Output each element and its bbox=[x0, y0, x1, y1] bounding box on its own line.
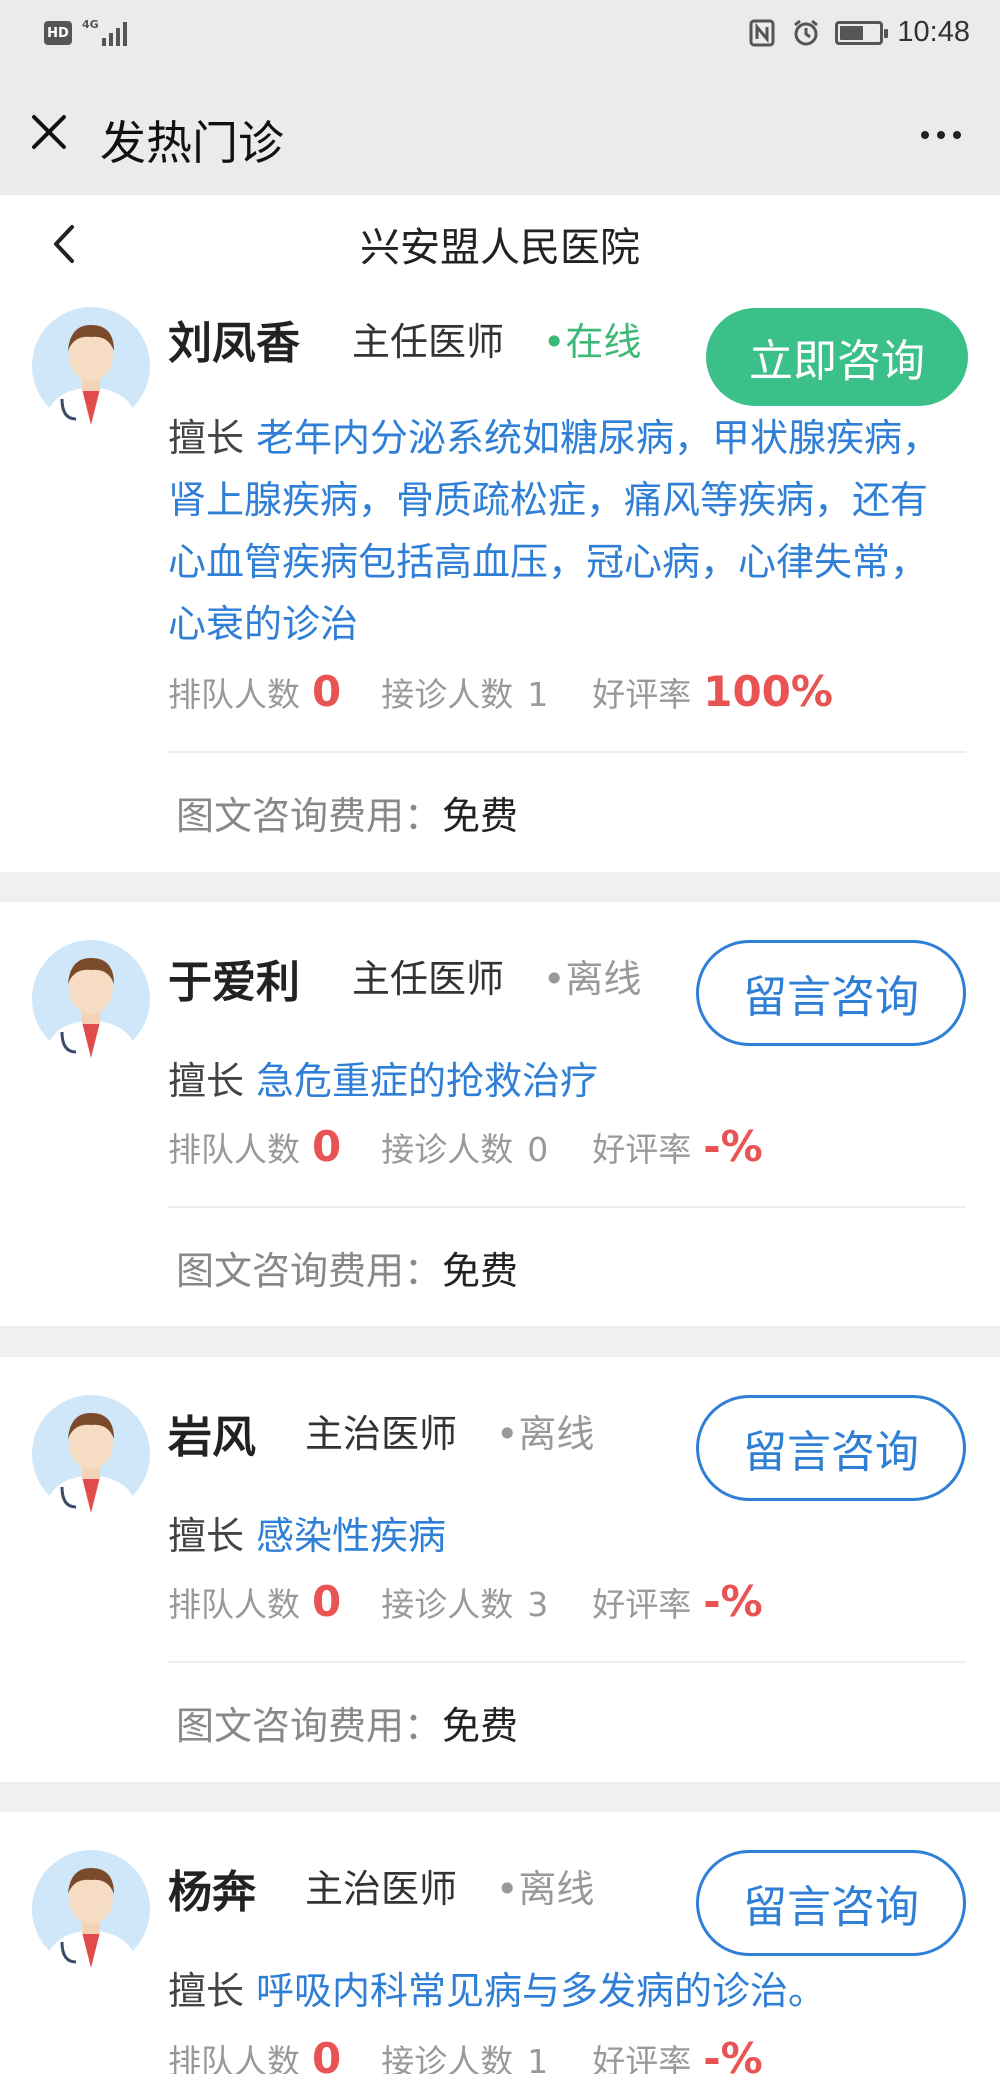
specialty: 擅长 急危重症的抢救治疗 bbox=[168, 1050, 960, 1112]
doctor-avatar bbox=[32, 307, 150, 425]
leave-message-button[interactable]: 留言咨询 bbox=[696, 1395, 966, 1501]
doctor-avatar bbox=[32, 940, 150, 1058]
doctor-card[interactable]: 杨奔 主治医师 •离线 留言咨询 擅长 呼吸内科常见病与多发病的诊治。 排队人数 … bbox=[0, 1812, 1000, 2074]
doctor-card[interactable]: 刘凤香 主任医师 •在线 立即咨询 擅长 老年内分泌系统如糖尿病，甲状腺疾病，肾上… bbox=[0, 295, 1000, 872]
consult-fee: 图文咨询费用：免费 bbox=[176, 1695, 518, 1750]
treated-count: 3 bbox=[527, 1585, 549, 1624]
status-bar: HD 4G 10:48 bbox=[0, 0, 1000, 75]
online-status: •在线 bbox=[543, 320, 642, 364]
treated-label: 接诊人数 bbox=[381, 1585, 514, 1624]
clock: 10:48 bbox=[897, 16, 970, 48]
specialty-label: 擅长 bbox=[168, 1969, 245, 2013]
status-bar-left: HD 4G bbox=[44, 18, 127, 46]
nfc-icon bbox=[747, 18, 777, 48]
queue-count: 0 bbox=[312, 667, 342, 716]
page-header: 兴安盟人民医院 bbox=[0, 195, 1000, 295]
rating-value: -% bbox=[703, 1122, 763, 1171]
alarm-icon bbox=[791, 18, 821, 48]
doctor-avatar bbox=[32, 1395, 150, 1513]
treated-label: 接诊人数 bbox=[381, 2042, 514, 2074]
hd-badge: HD bbox=[44, 21, 72, 45]
consult-now-button[interactable]: 立即咨询 bbox=[706, 308, 968, 406]
status-bar-right: 10:48 bbox=[747, 16, 970, 49]
rating-label: 好评率 bbox=[592, 2042, 692, 2074]
doctor-card[interactable]: 于爱利 主任医师 •离线 留言咨询 擅长 急危重症的抢救治疗 排队人数 0 接诊人… bbox=[0, 902, 1000, 1326]
rating-value: -% bbox=[703, 1577, 763, 1626]
specialty-text: 感染性疾病 bbox=[256, 1514, 447, 1558]
treated-label: 接诊人数 bbox=[381, 675, 514, 714]
doctor-rank: 主任医师 bbox=[352, 957, 505, 1001]
treated-count: 1 bbox=[527, 675, 549, 714]
divider bbox=[168, 751, 966, 753]
leave-message-button[interactable]: 留言咨询 bbox=[696, 940, 966, 1046]
doctor-stats: 排队人数 0 接诊人数 1 好评率 100% bbox=[168, 667, 873, 716]
queue-count: 0 bbox=[312, 1577, 342, 1626]
doctor-card[interactable]: 岩风 主治医师 •离线 留言咨询 擅长 感染性疾病 排队人数 0 接诊人数 3 好… bbox=[0, 1357, 1000, 1782]
offline-status: •离线 bbox=[496, 1867, 595, 1911]
hospital-name: 兴安盟人民医院 bbox=[360, 225, 640, 271]
fee-value: 免费 bbox=[442, 1249, 519, 1293]
page-title: 发热门诊 bbox=[100, 116, 284, 170]
doctor-rank: 主任医师 bbox=[352, 320, 505, 364]
more-button[interactable] bbox=[906, 107, 976, 163]
doctor-stats: 排队人数 0 接诊人数 3 好评率 -% bbox=[168, 1577, 803, 1626]
specialty-label: 擅长 bbox=[168, 416, 245, 460]
rating-label: 好评率 bbox=[592, 1585, 692, 1624]
fee-value: 免费 bbox=[442, 794, 519, 838]
queue-label: 排队人数 bbox=[168, 675, 300, 714]
divider bbox=[168, 1661, 966, 1663]
battery-icon bbox=[835, 20, 889, 45]
more-icon bbox=[921, 131, 929, 139]
divider bbox=[168, 1206, 966, 1208]
queue-label: 排队人数 bbox=[168, 1130, 300, 1169]
queue-label: 排队人数 bbox=[168, 1585, 300, 1624]
queue-label: 排队人数 bbox=[168, 2042, 300, 2074]
leave-message-button[interactable]: 留言咨询 bbox=[696, 1850, 966, 1956]
rating-label: 好评率 bbox=[592, 675, 692, 714]
doctor-avatar bbox=[32, 1850, 150, 1968]
doctor-name: 杨奔 bbox=[168, 1867, 256, 1918]
close-icon bbox=[32, 115, 66, 149]
rating-value: -% bbox=[703, 2034, 763, 2074]
queue-count: 0 bbox=[312, 2034, 342, 2074]
treated-count: 0 bbox=[527, 1130, 549, 1169]
specialty-text: 急危重症的抢救治疗 bbox=[256, 1059, 599, 1103]
doctor-name: 刘凤香 bbox=[168, 318, 300, 369]
doctor-stats: 排队人数 0 接诊人数 1 好评率 -% bbox=[168, 2034, 803, 2074]
specialty-label: 擅长 bbox=[168, 1059, 245, 1103]
doctor-name: 岩风 bbox=[168, 1412, 256, 1463]
rating-value: 100% bbox=[703, 667, 833, 716]
network-label: 4G bbox=[82, 18, 99, 31]
specialty-text: 呼吸内科常见病与多发病的诊治。 bbox=[256, 1969, 827, 2013]
specialty: 擅长 老年内分泌系统如糖尿病，甲状腺疾病，肾上腺疾病，骨质疏松症，痛风等疾病，还有… bbox=[168, 407, 960, 655]
doctor-rank: 主治医师 bbox=[305, 1412, 458, 1456]
doctor-name: 于爱利 bbox=[168, 957, 300, 1008]
signal-icon: 4G bbox=[82, 18, 127, 46]
queue-count: 0 bbox=[312, 1122, 342, 1171]
treated-count: 1 bbox=[527, 2042, 549, 2074]
fee-label: 图文咨询费用： bbox=[176, 1704, 443, 1748]
specialty-label: 擅长 bbox=[168, 1514, 245, 1558]
fee-value: 免费 bbox=[442, 1704, 519, 1748]
offline-status: •离线 bbox=[496, 1412, 595, 1456]
rating-label: 好评率 bbox=[592, 1130, 692, 1169]
specialty: 擅长 呼吸内科常见病与多发病的诊治。 bbox=[168, 1960, 960, 2022]
specialty-text: 老年内分泌系统如糖尿病，甲状腺疾病，肾上腺疾病，骨质疏松症，痛风等疾病，还有心血… bbox=[168, 416, 941, 646]
title-bar: 发热门诊 bbox=[0, 75, 1000, 195]
treated-label: 接诊人数 bbox=[381, 1130, 514, 1169]
doctor-rank: 主治医师 bbox=[305, 1867, 458, 1911]
close-button[interactable] bbox=[24, 107, 80, 163]
fee-label: 图文咨询费用： bbox=[176, 794, 443, 838]
fee-label: 图文咨询费用： bbox=[176, 1249, 443, 1293]
consult-fee: 图文咨询费用：免费 bbox=[176, 1240, 518, 1295]
consult-fee: 图文咨询费用：免费 bbox=[176, 785, 518, 840]
offline-status: •离线 bbox=[543, 957, 642, 1001]
doctor-stats: 排队人数 0 接诊人数 0 好评率 -% bbox=[168, 1122, 803, 1171]
specialty: 擅长 感染性疾病 bbox=[168, 1505, 960, 1567]
